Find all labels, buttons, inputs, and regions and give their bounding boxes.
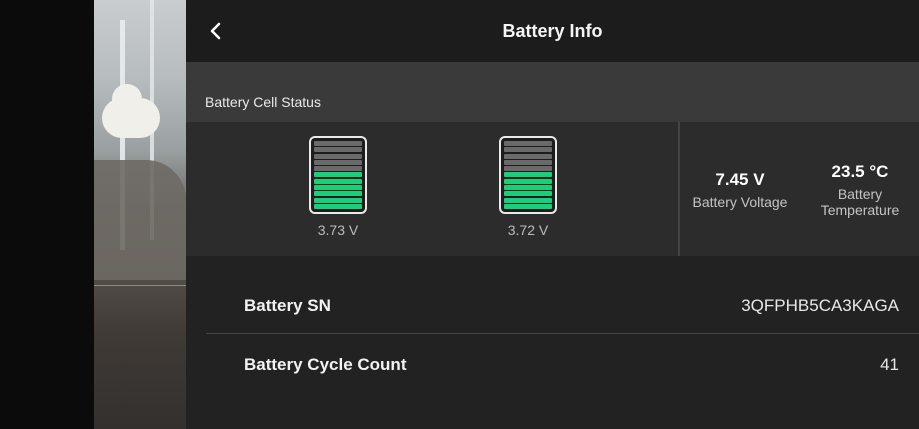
cell-level-bar-on: [504, 178, 552, 184]
cell-level-bar-off: [504, 153, 552, 159]
cell-level-bar-on: [504, 197, 552, 203]
cell-level-bar-off: [504, 166, 552, 172]
spacer: [186, 256, 919, 276]
background-toy: [102, 84, 160, 138]
row-divider: [206, 333, 919, 334]
cell-level-bar-off: [314, 141, 362, 146]
cell-level-bar-on: [314, 185, 362, 191]
page-title: Battery Info: [502, 21, 603, 41]
cell-level-bar-off: [314, 153, 362, 159]
cell-level-bar-off: [314, 147, 362, 153]
battery-voltage-value: 7.45 V: [715, 170, 765, 189]
cell-level-bar-on: [314, 178, 362, 184]
header-bar: Battery Info: [186, 0, 919, 62]
battery-sn-row: Battery SN 3QFPHB5CA3KAGA: [206, 278, 919, 334]
battery-cycle-value: 41: [880, 355, 899, 374]
section-label: Battery Cell Status: [205, 94, 321, 110]
cell-level-bar-off: [504, 159, 552, 165]
cell-level-bar-off: [504, 141, 552, 146]
battery-temperature-label-line2: Temperature: [820, 202, 900, 218]
battery-sn-value: 3QFPHB5CA3KAGA: [741, 296, 899, 315]
battery-sn-label: Battery SN: [244, 296, 331, 315]
battery-cycle-label: Battery Cycle Count: [244, 355, 407, 374]
cell-level-bar-on: [504, 191, 552, 197]
cell-level-bar-on: [314, 203, 362, 209]
cell-level-bar-on: [314, 172, 362, 178]
cell-level-bar-on: [504, 185, 552, 191]
battery-cell-2-icon: [499, 136, 557, 214]
cell-1-voltage: 3.73 V: [317, 222, 359, 238]
left-black-area: [0, 0, 94, 429]
battery-cycle-row: Battery Cycle Count 41: [206, 337, 919, 393]
cell-2-voltage: 3.72 V: [507, 222, 549, 238]
cell-level-bar-off: [314, 166, 362, 172]
cell-level-bar-on: [504, 203, 552, 209]
battery-info-panel: Battery Info Battery Cell Status 3.73 V …: [186, 0, 919, 429]
background-line: [94, 285, 186, 286]
cell-level-bar-off: [314, 159, 362, 165]
battery-temperature-label: Battery Temperature: [810, 186, 910, 218]
cell-level-bar-on: [314, 191, 362, 197]
battery-cell-1-icon: [309, 136, 367, 214]
battery-voltage-label: Battery Voltage: [692, 194, 788, 210]
cell-level-bar-on: [504, 172, 552, 178]
battery-temperature-label-line1: Battery: [837, 186, 883, 202]
battery-temperature-value: 23.5 °C: [831, 162, 889, 181]
cell-level-bar-off: [504, 147, 552, 153]
section-header: [186, 62, 919, 122]
cell-level-bar-on: [314, 197, 362, 203]
background-couch: [94, 160, 186, 280]
